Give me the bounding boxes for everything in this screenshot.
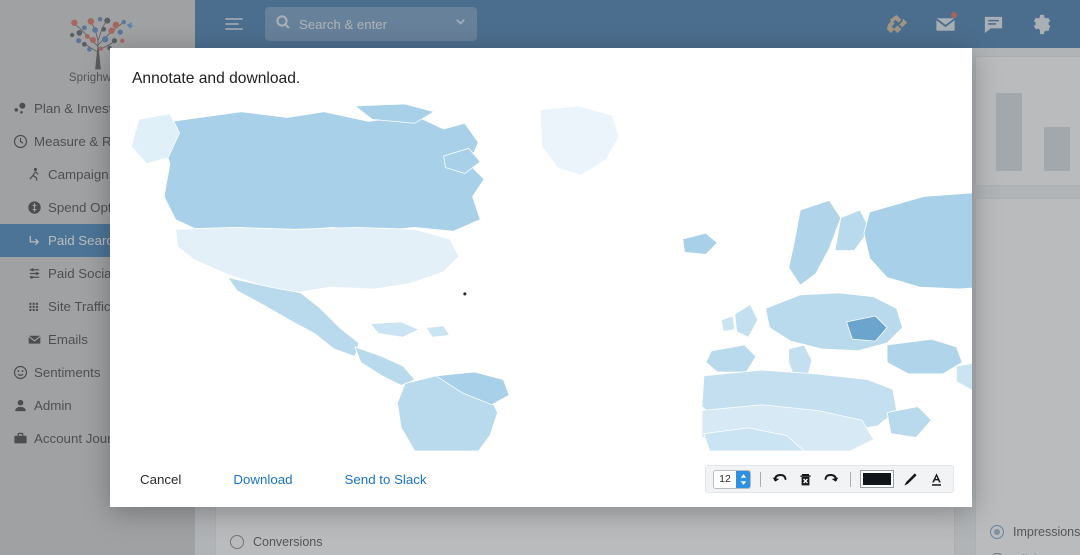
toolbar-divider [850, 471, 851, 487]
annotation-toolbar [705, 465, 954, 493]
app-root: Sprighwise Plan & Invest Measure & Recor… [0, 0, 1080, 555]
world-map-svg [130, 104, 972, 451]
download-button[interactable]: Download [225, 466, 300, 493]
annotation-dot [463, 292, 467, 296]
redo-icon[interactable] [822, 470, 841, 489]
font-size-stepper[interactable] [713, 469, 751, 489]
undo-icon[interactable] [770, 470, 789, 489]
dialog-footer: Cancel Download Send to Slack [110, 451, 972, 507]
dialog-map-canvas[interactable] [110, 104, 972, 451]
text-underline-a-icon[interactable] [927, 470, 946, 489]
color-swatch[interactable] [860, 470, 894, 488]
trash-delete-icon[interactable] [796, 470, 815, 489]
toolbar-divider [760, 471, 761, 487]
cancel-button[interactable]: Cancel [132, 466, 189, 493]
world-choropleth-map[interactable] [110, 104, 972, 451]
pencil-icon[interactable] [901, 470, 920, 489]
spinner-updown-icon[interactable] [736, 470, 750, 488]
font-size-input[interactable] [714, 470, 736, 488]
annotate-download-dialog: Annotate and download. Cancel Download S… [110, 48, 972, 507]
send-to-slack-button[interactable]: Send to Slack [337, 466, 435, 493]
dialog-title: Annotate and download. [132, 70, 301, 87]
